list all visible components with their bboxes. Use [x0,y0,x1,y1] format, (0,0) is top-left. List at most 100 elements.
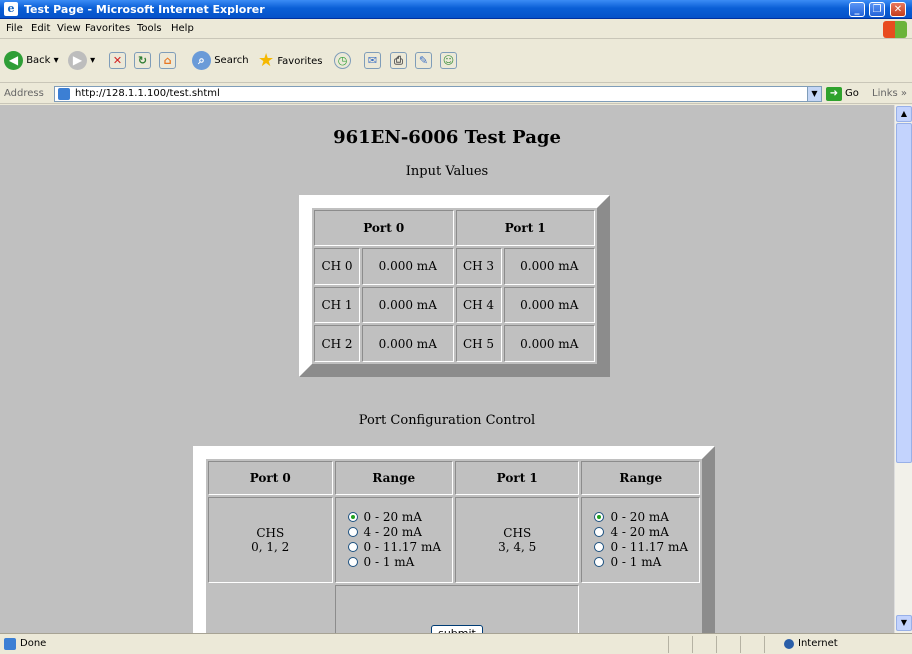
port-config-table: Port 0 Range Port 1 Range CHS 0, 1, 2 0 … [206,459,702,633]
channel-label: CH 2 [314,325,360,362]
radio-icon[interactable] [594,557,605,567]
input-port1-header: Port 1 [455,210,595,246]
scroll-thumb[interactable] [896,123,912,463]
channel-label: CH 0 [314,248,360,285]
channel-label: CH 4 [455,286,502,324]
menu-favorites[interactable]: Favorites [85,23,130,34]
search-icon: ⌕ [192,50,211,70]
page-content: 961EN-6006 Test Page Input Values Port 0… [0,105,894,633]
port1-range-option[interactable]: 0 - 1 mA [594,555,699,570]
stop-icon[interactable]: ✕ [109,52,126,69]
go-arrow-icon: ➜ [826,87,842,101]
radio-icon[interactable] [347,557,358,567]
table-row: CHS 0, 1, 2 0 - 20 mA 4 - 20 mA 0 - 11.1… [208,497,700,583]
globe-icon [784,639,794,649]
back-arrow-icon: ◀ [4,50,23,70]
scroll-down-icon[interactable]: ▼ [896,615,912,631]
maximize-button[interactable]: ❐ [869,2,885,17]
go-button[interactable]: ➜ Go [826,86,859,102]
title-bar: e Test Page - Microsoft Internet Explore… [0,0,912,19]
links-button[interactable]: Links » [872,88,907,99]
messenger-icon[interactable]: ☺ [440,52,457,69]
table-row: CH 1 0.000 mA CH 4 0.000 mA [314,286,595,324]
star-icon: ★ [258,50,275,71]
input-values-heading: Input Values [405,164,489,179]
menu-view[interactable]: View [57,23,81,34]
config-range1-header: Range [581,461,700,495]
input-values-table: Port 0 Port 1 CH 0 0.000 mA CH 3 0.000 m… [312,208,597,364]
mail-icon[interactable]: ✉ [364,52,381,69]
port0-range-option[interactable]: 0 - 20 mA [347,510,452,525]
input-port0-header: Port 0 [314,210,454,246]
port1-range-group: 0 - 20 mA 4 - 20 mA 0 - 11.17 mA 0 - 1 m… [581,497,700,583]
search-button[interactable]: ⌕ Search [192,50,249,72]
vertical-scrollbar[interactable]: ▲ ▼ [894,105,912,633]
submit-button[interactable]: submit [431,625,483,633]
channel-label: CH 5 [455,325,502,362]
back-button[interactable]: ◀ Back ▾ [4,50,59,72]
refresh-icon[interactable]: ↻ [134,52,151,69]
address-bar: Address http://128.1.1.100/test.shtml ▼ … [0,84,912,104]
status-bar: Done Internet [0,633,912,654]
page-title: 961EN-6006 Test Page [333,127,561,148]
print-icon[interactable]: ⎙ [390,52,407,69]
port0-range-option[interactable]: 4 - 20 mA [347,525,452,540]
menu-edit[interactable]: Edit [31,23,50,34]
menu-help[interactable]: Help [171,23,194,34]
config-port0-header: Port 0 [208,461,333,495]
ie-logo-icon: e [4,2,18,16]
channel-value: 0.000 mA [503,248,595,285]
config-range0-header: Range [334,461,453,495]
forward-arrow-icon: ▶ [68,50,87,70]
port-config-heading: Port Configuration Control [358,413,536,428]
menu-bar: File Edit View Favorites Tools Help [0,20,912,39]
favorites-button[interactable]: ★ Favorites [258,50,323,72]
window-title: Test Page - Microsoft Internet Explorer [24,3,265,16]
menu-tools[interactable]: Tools [137,23,162,34]
radio-selected-icon[interactable] [594,512,605,522]
channel-value: 0.000 mA [362,325,454,362]
table-row: CH 2 0.000 mA CH 5 0.000 mA [314,325,595,362]
radio-icon[interactable] [594,527,605,537]
channel-value: 0.000 mA [503,325,595,362]
port0-range-option[interactable]: 0 - 1 mA [347,555,452,570]
address-label: Address [4,88,44,99]
edit-icon[interactable]: ✎ [415,52,432,69]
minimize-button[interactable]: _ [849,2,865,17]
history-icon[interactable]: ◷ [334,52,351,69]
channel-label: CH 1 [314,286,360,324]
port1-range-option[interactable]: 0 - 20 mA [594,510,699,525]
port-config-frame: Port 0 Range Port 1 Range CHS 0, 1, 2 0 … [193,446,715,633]
address-dropdown-icon[interactable]: ▼ [807,87,821,101]
radio-icon[interactable] [347,542,358,552]
status-text: Done [20,638,47,649]
radio-selected-icon[interactable] [347,512,358,522]
close-button[interactable]: ✕ [890,2,906,17]
port0-range-group: 0 - 20 mA 4 - 20 mA 0 - 11.17 mA 0 - 1 m… [334,497,453,583]
port0-channels: CHS 0, 1, 2 [208,497,333,583]
port1-range-option[interactable]: 0 - 11.17 mA [594,540,699,555]
scroll-up-icon[interactable]: ▲ [896,106,912,122]
address-url: http://128.1.1.100/test.shtml [75,88,220,99]
channel-value: 0.000 mA [362,286,454,324]
address-input[interactable]: http://128.1.1.100/test.shtml ▼ [54,86,822,102]
channel-value: 0.000 mA [362,248,454,285]
toolbar: ◀ Back ▾ ▶ ▾ ✕ ↻ ⌂ ⌕ Search ★ Favorites … [0,40,912,83]
submit-cell: submit [334,585,580,633]
port0-range-option[interactable]: 0 - 11.17 mA [347,540,452,555]
page-done-icon [4,638,16,650]
forward-button[interactable]: ▶ ▾ [68,50,95,72]
config-port1-header: Port 1 [454,461,580,495]
browser-window: e Test Page - Microsoft Internet Explore… [0,0,912,654]
radio-icon[interactable] [594,542,605,552]
home-icon[interactable]: ⌂ [159,52,176,69]
table-row: CH 0 0.000 mA CH 3 0.000 mA [314,248,595,285]
channel-value: 0.000 mA [503,286,595,324]
windows-flag-icon [883,21,907,38]
port1-channels: CHS 3, 4, 5 [454,497,580,583]
input-values-frame: Port 0 Port 1 CH 0 0.000 mA CH 3 0.000 m… [299,195,610,377]
port1-range-option[interactable]: 4 - 20 mA [594,525,699,540]
radio-icon[interactable] [347,527,358,537]
channel-label: CH 3 [455,248,502,285]
menu-file[interactable]: File [6,23,23,34]
